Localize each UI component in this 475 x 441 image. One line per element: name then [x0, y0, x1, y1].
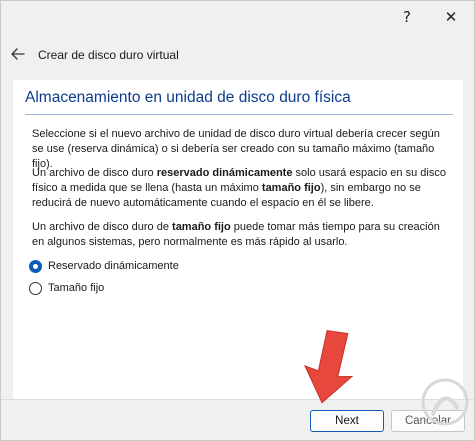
bold-text: reservado dinámicamente: [156, 167, 293, 179]
page-title: Almacenamiento en unidad de disco duro f…: [25, 89, 351, 106]
radio-button-selected[interactable]: [29, 259, 42, 273]
description-paragraph-3: Un archivo de disco duro de tamaño fijo …: [32, 220, 452, 250]
next-button[interactable]: Next: [310, 410, 384, 432]
help-button[interactable]: ?: [384, 1, 430, 33]
title-divider: [25, 114, 453, 115]
radio-option-fixed[interactable]: Tamaño fijo: [29, 279, 104, 297]
wizard-header: Crear de disco duro virtual: [1, 39, 474, 73]
wizard-title: Crear de disco duro virtual: [38, 48, 179, 62]
content-panel: Almacenamiento en unidad de disco duro f…: [13, 80, 463, 399]
radio-label: Tamaño fijo: [48, 282, 105, 294]
description-paragraph-2: Un archivo de disco duro reservado dinám…: [32, 166, 452, 211]
radio-button[interactable]: [29, 281, 42, 295]
text-span: Un archivo de disco duro de: [32, 221, 173, 233]
close-button[interactable]: ✕: [428, 1, 474, 33]
pointer-arrow-icon: [303, 330, 354, 404]
bold-text: tamaño fijo: [172, 221, 231, 233]
dialog-window: ? ✕ Crear de disco duro virtual Almacena…: [0, 0, 475, 441]
text-span: Un archivo de disco duro: [32, 167, 157, 179]
bold-text: tamaño fijo: [261, 182, 321, 194]
watermark-logo-icon: [421, 378, 469, 426]
radio-option-dynamic[interactable]: Reservado dinámicamente: [29, 257, 179, 275]
radio-label: Reservado dinámicamente: [48, 260, 179, 272]
title-bar: ? ✕: [1, 1, 474, 33]
back-arrow-icon[interactable]: [9, 45, 27, 63]
